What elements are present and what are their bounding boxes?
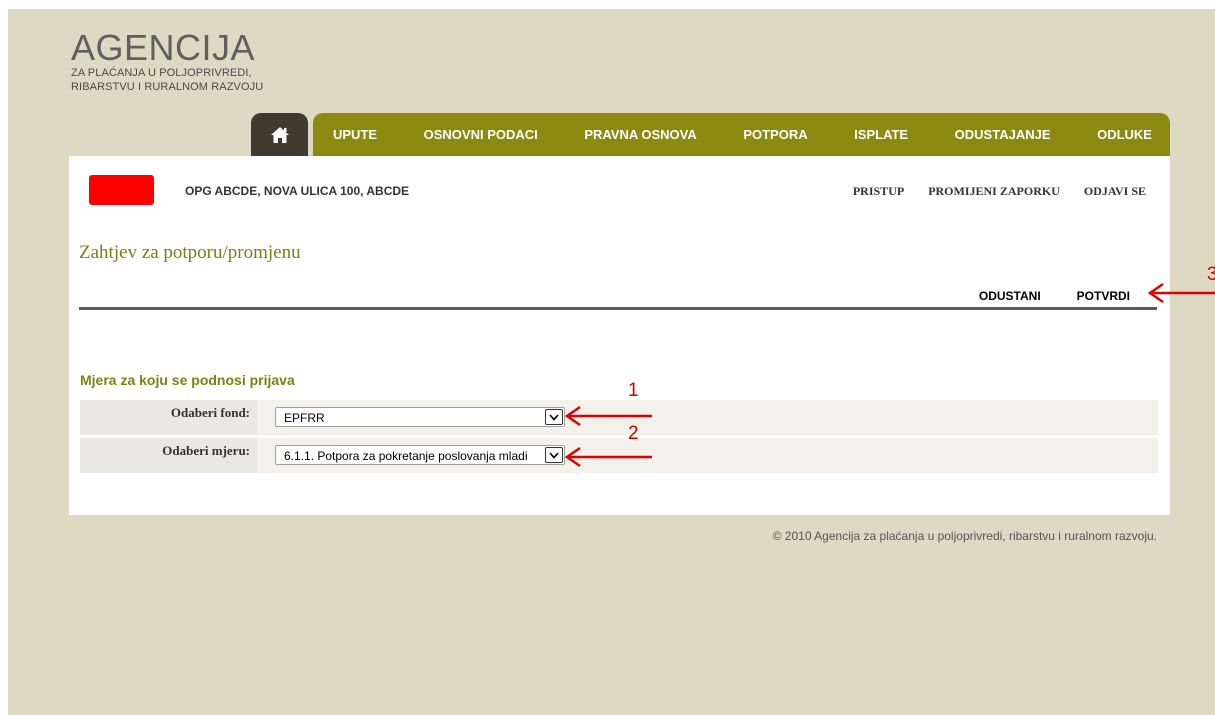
user-links: PRISTUP PROMIJENI ZAPORKU ODJAVI SE (853, 184, 1146, 199)
annotation-number-1: 1 (628, 380, 639, 401)
content-panel: OPG ABCDE, NOVA ULICA 100, ABCDE PRISTUP… (69, 156, 1170, 515)
annotation-number-2: 2 (628, 423, 639, 444)
logo-title: AGENCIJA (71, 27, 256, 68)
fund-select[interactable]: EPFRR (275, 407, 565, 427)
pristup-link[interactable]: PRISTUP (853, 184, 904, 199)
measure-select[interactable]: 6.1.1. Potpora za pokretanje poslovanja … (275, 445, 565, 465)
fund-row: Odaberi fond: EPFRR (80, 400, 1158, 435)
main-nav: UPUTE OSNOVNI PODACI PRAVNA OSNOVA POTPO… (251, 113, 1170, 156)
fund-select-value: EPFRR (284, 411, 325, 425)
page-title: Zahtjev za potporu/promjenu (79, 242, 301, 263)
confirm-button[interactable]: POTVRDI (1077, 289, 1130, 303)
nav-item-pravna-osnova[interactable]: PRAVNA OSNOVA (576, 127, 704, 142)
home-icon (270, 126, 289, 143)
chevron-down-icon[interactable] (545, 409, 563, 425)
measure-label: Odaberi mjeru: (80, 438, 257, 473)
nav-item-isplate[interactable]: ISPLATE (846, 127, 916, 142)
farm-name: OPG ABCDE, NOVA ULICA 100, ABCDE (185, 184, 410, 198)
nav-item-osnovni-podaci[interactable]: OSNOVNI PODACI (416, 127, 546, 142)
nav-item-upute[interactable]: UPUTE (325, 127, 385, 142)
nav-bar: UPUTE OSNOVNI PODACI PRAVNA OSNOVA POTPO… (313, 113, 1170, 156)
divider (79, 307, 1157, 310)
logo-subtitle-line1: ZA PLAĆANJA U POLJOPRIVREDI, (71, 67, 252, 79)
annotation-number-3: 3 (1207, 264, 1215, 285)
footer-copyright: © 2010 Agencija za plaćanja u poljoprivr… (772, 529, 1157, 543)
nav-item-odustajanje[interactable]: ODUSTAJANJE (947, 127, 1059, 142)
redacted-logo (89, 175, 154, 205)
nav-item-potpora[interactable]: POTPORA (735, 127, 815, 142)
logout-link[interactable]: ODJAVI SE (1084, 184, 1146, 199)
nav-item-odluke[interactable]: ODLUKE (1089, 127, 1160, 142)
nav-home-button[interactable] (251, 113, 308, 156)
measure-row: Odaberi mjeru: 6.1.1. Potpora za pokreta… (80, 438, 1158, 473)
section-title: Mjera za koju se podnosi prijava (80, 372, 295, 388)
logo-subtitle-line2: RIBARSTVU I RURALNOM RAZVOJU (71, 81, 264, 93)
chevron-down-icon[interactable] (545, 447, 563, 463)
change-password-link[interactable]: PROMIJENI ZAPORKU (928, 184, 1060, 199)
cancel-button[interactable]: ODUSTANI (979, 289, 1041, 303)
fund-label: Odaberi fond: (80, 400, 257, 435)
form-actions: ODUSTANI POTVRDI (979, 289, 1130, 303)
agency-logo[interactable]: AGENCIJA ZA PLAĆANJA U POLJOPRIVREDI, RI… (71, 30, 263, 94)
measure-select-value: 6.1.1. Potpora za pokretanje poslovanja … (284, 449, 528, 463)
